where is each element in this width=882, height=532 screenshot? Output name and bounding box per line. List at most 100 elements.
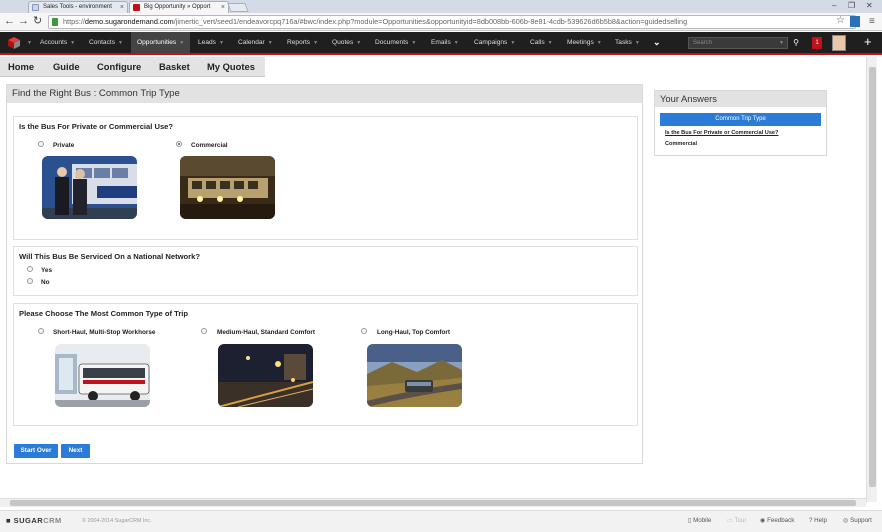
horizontal-scrollbar[interactable] [0,498,866,507]
option-label-long-haul: Long-Haul, Top Comfort [377,329,451,336]
tab-big-opportunity[interactable]: Big Opportunity » Opport × [129,1,229,13]
close-window-icon[interactable]: ✕ [866,0,873,11]
nav-item-tasks[interactable]: Tasks ▼ [615,32,640,53]
nav-item-calls[interactable]: Calls ▼ [530,32,553,53]
private-bus-photo[interactable] [42,156,137,219]
forward-arrow-icon[interactable]: → [18,15,29,28]
answers-panel: Your Answers Common Trip Type Is the Bus… [654,90,827,156]
module-nav: ▼ Accounts ▼ Contacts ▼ Opportunities ▼ Lea… [0,32,882,55]
nav-label: Calendar [238,39,265,46]
restore-icon[interactable]: ❐ [848,0,855,11]
logo-sugar: SUGAR [13,516,44,525]
subnav-my-quotes[interactable]: My Quotes [207,57,255,77]
option-label-short-haul: Short-Haul, Multi-Stop Workhorse [53,329,156,336]
chevron-down-icon: ▼ [411,40,417,46]
close-tab-icon[interactable]: × [120,2,124,13]
nav-item-accounts[interactable]: Accounts ▼ [40,32,75,53]
url-input[interactable]: https://demo.sugarondemand.com/jimertic_… [48,15,856,29]
nav-item-emails[interactable]: Emails ▼ [431,32,459,53]
subnav-configure[interactable]: Configure [97,57,141,77]
more-modules-chevron-icon[interactable]: ⌄ [653,32,661,53]
minimize-icon[interactable]: – [832,0,836,11]
medium-haul-bus-photo[interactable] [218,344,313,407]
radio-commercial[interactable] [176,141,182,147]
footer-link-label: Help [814,517,827,524]
nav-item-campaigns[interactable]: Campaigns ▼ [474,32,515,53]
option-label-private: Private [53,142,75,149]
tab-title: Big Opportunity » Opport [144,4,211,10]
subnav-home[interactable]: Home [8,57,34,77]
chevron-down-icon: ▼ [510,40,516,46]
radio-medium-haul[interactable] [201,328,207,334]
nav-item-opportunities[interactable]: Opportunities ▼ [131,32,191,53]
nav-item-leads[interactable]: Leads ▼ [198,32,224,53]
next-button[interactable]: Next [61,444,90,458]
avatar[interactable] [832,35,846,51]
footer-link-tour[interactable]: ▭ Tour [727,517,747,524]
chevron-down-icon: ▼ [118,40,123,46]
sugar-cube-icon[interactable] [6,37,22,49]
nav-item-quotes[interactable]: Quotes ▼ [332,32,361,53]
nav-label: Contacts [89,39,116,46]
nav-label: Meetings [567,39,594,46]
footer-link-label: Feedback [767,517,795,524]
chevron-down-icon: ▼ [313,40,319,46]
answers-current-step[interactable]: Common Trip Type [660,113,821,126]
nav-item-meetings[interactable]: Meetings ▼ [567,32,602,53]
extension-icon[interactable] [850,16,860,27]
guided-selling-subnav: Home Guide Configure Basket My Quotes [0,57,265,77]
nav-label: Campaigns [474,39,508,46]
reload-icon[interactable]: ↻ [33,15,42,28]
star-icon[interactable]: ☆ [836,14,845,27]
vertical-scrollbar[interactable] [866,57,877,502]
nav-item-calendar[interactable]: Calendar ▼ [238,32,273,53]
nav-item-documents[interactable]: Documents ▼ [375,32,416,53]
horizontal-scroll-thumb[interactable] [10,500,856,506]
radio-no[interactable] [27,278,33,284]
nav-label: Quotes [332,39,354,46]
question-national-network: Will This Bus Be Serviced On a National … [13,246,638,296]
chevron-down-icon: ▼ [634,40,640,46]
nav-label: Documents [375,39,409,46]
radio-private[interactable] [38,141,44,147]
close-tab-icon[interactable]: × [221,2,225,13]
start-over-button[interactable]: Start Over [14,444,58,458]
short-haul-bus-photo[interactable] [55,344,150,407]
nav-label: Tasks [615,39,632,46]
subnav-basket[interactable]: Basket [159,57,190,77]
url-scheme: https:// [63,17,85,26]
question-trip-type: Please Choose The Most Common Type of Tr… [13,303,638,426]
long-haul-bus-photo[interactable] [367,344,462,407]
footer-link-help[interactable]: ? Help [809,517,827,524]
chevron-down-icon: ▼ [779,40,784,46]
search-icon[interactable]: ⚲ [790,37,802,49]
commercial-bus-photo[interactable] [180,156,275,219]
vertical-scroll-thumb[interactable] [869,67,876,487]
chevron-down-icon: ▼ [453,40,459,46]
footer-link-feedback[interactable]: ◉ Feedback [760,517,794,524]
menu-icon[interactable]: ≡ [869,15,875,28]
radio-short-haul[interactable] [38,328,44,334]
page-footer: ■ SUGARCRM © 2004-2014 SugarCRM Inc. ▯ M… [0,510,882,532]
subnav-guide[interactable]: Guide [53,57,80,77]
sugar-menu-caret[interactable]: ▼ [24,32,32,53]
back-arrow-icon[interactable]: ← [4,15,15,28]
nav-item-reports[interactable]: Reports ▼ [287,32,318,53]
page-title: Find the Right Bus : Common Trip Type [7,85,642,103]
nav-label: Opportunities [137,39,177,46]
nav-item-contacts[interactable]: Contacts ▼ [89,32,123,53]
nav-label: Reports [287,39,311,46]
notifications-badge[interactable]: 1 [812,37,822,49]
tab-sales-tools[interactable]: Sales Tools - environment × [28,1,128,13]
new-tab-button[interactable] [227,3,249,12]
global-search-input[interactable]: Search ▼ [688,37,788,49]
radio-yes[interactable] [27,266,33,272]
answer-question-link[interactable]: Is the Bus For Private or Commercial Use… [665,130,778,136]
plus-icon[interactable]: + [864,34,872,50]
address-toolbar: ← → ↻ https://demo.sugarondemand.com/jim… [0,13,882,31]
chevron-down-icon: ▼ [218,40,224,46]
footer-link-support[interactable]: ◎ Support [843,517,872,524]
footer-link-mobile[interactable]: ▯ Mobile [688,517,711,524]
nav-label: Emails [431,39,451,46]
radio-long-haul[interactable] [361,328,367,334]
